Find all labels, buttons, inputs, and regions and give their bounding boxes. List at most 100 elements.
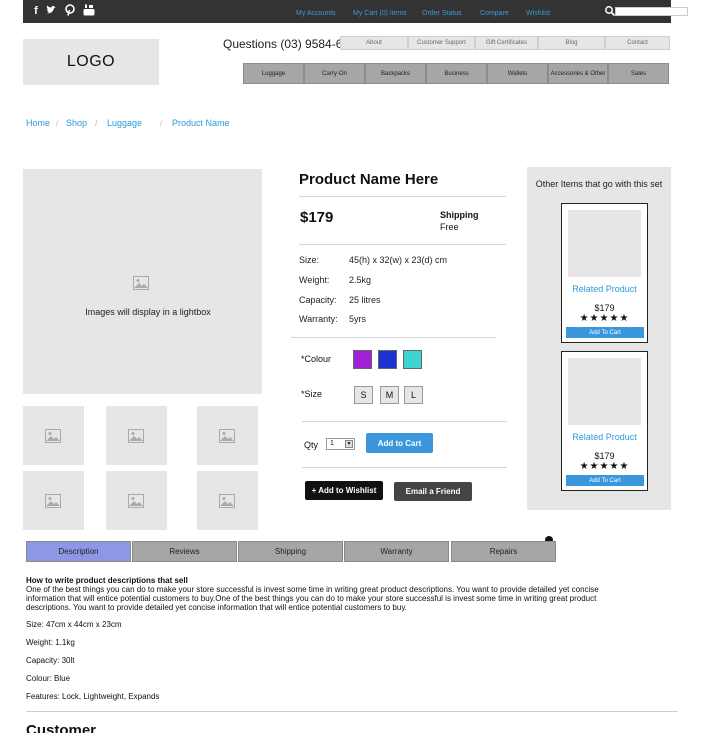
qty-value: 1: [330, 440, 334, 447]
breadcrumb-separator: /: [160, 118, 163, 128]
breadcrumb-luggage[interactable]: Luggage: [107, 118, 142, 128]
category-business[interactable]: Business: [426, 63, 487, 84]
product-title: Product Name Here: [299, 171, 439, 188]
order-status-link[interactable]: Order Status: [422, 10, 462, 17]
colour-swatch-blue[interactable]: [378, 350, 397, 369]
spec-value: 5yrs: [349, 314, 367, 324]
divider: [302, 467, 507, 468]
qty-label: Qty: [304, 440, 319, 450]
my-accounts-link[interactable]: My Accounts: [296, 10, 336, 17]
category-accessories[interactable]: Accessories & Other: [548, 63, 608, 84]
tab-reviews[interactable]: Reviews: [132, 541, 237, 562]
colour-label: *Colour: [301, 354, 332, 364]
size-option-l[interactable]: L: [404, 386, 423, 404]
spec-label: Warranty:: [299, 314, 338, 324]
related-product-image[interactable]: [568, 358, 641, 425]
size-option-s[interactable]: S: [354, 386, 373, 404]
category-backpacks[interactable]: Backpacks: [365, 63, 426, 84]
thumbnail[interactable]: [23, 406, 84, 465]
tab-description[interactable]: Description: [26, 541, 131, 562]
nav-blog[interactable]: Blog: [538, 36, 605, 50]
description-body: One of the best things you can do to mak…: [26, 585, 599, 612]
divider: [299, 196, 506, 197]
related-product-card[interactable]: Related Product $179 ★★★★★ Add To Cart: [561, 203, 648, 343]
product-price: $179: [300, 209, 334, 226]
spec-label: Weight:: [299, 275, 330, 285]
qty-select[interactable]: 1 ▼: [326, 438, 355, 450]
size-option-m[interactable]: M: [380, 386, 399, 404]
related-product-name[interactable]: Related Product: [562, 432, 647, 442]
breadcrumb-separator: /: [95, 118, 98, 128]
spec-value: 45(h) x 32(w) x 23(d) cm: [349, 255, 448, 265]
colour-swatch-purple[interactable]: [353, 350, 372, 369]
wishlist-link[interactable]: Wishlist: [526, 10, 550, 17]
email-friend-button[interactable]: Email a Friend: [394, 482, 472, 501]
divider: [291, 337, 496, 338]
image-placeholder-icon: [128, 494, 144, 508]
tab-warranty[interactable]: Warranty: [344, 541, 449, 562]
nav-customer-support[interactable]: Customer Support: [408, 36, 475, 50]
description-detail: Features: Lock, Lightweight, Expands: [26, 692, 160, 701]
my-cart-link[interactable]: My Cart (0) items: [353, 10, 407, 17]
breadcrumb-shop[interactable]: Shop: [66, 118, 87, 128]
description-detail: Capacity: 30lt: [26, 656, 75, 665]
thumbnail[interactable]: [23, 471, 84, 530]
spec-label: Capacity:: [299, 295, 337, 305]
related-add-to-cart-button[interactable]: Add To Cart: [566, 475, 644, 486]
pinterest-icon[interactable]: [63, 4, 77, 18]
category-luggage[interactable]: Luggage: [243, 63, 304, 84]
youtube-icon[interactable]: [82, 4, 96, 18]
related-product-image[interactable]: [568, 210, 641, 277]
thumbnail[interactable]: [197, 471, 258, 530]
related-add-to-cart-button[interactable]: Add To Cart: [566, 327, 644, 338]
rating-stars: ★★★★★: [579, 313, 630, 324]
category-carry-on[interactable]: Carry-On: [304, 63, 365, 84]
add-to-wishlist-button[interactable]: + Add to Wishlist: [305, 481, 383, 500]
nav-gift-certificates[interactable]: Gift Certificates: [475, 36, 538, 50]
divider: [26, 711, 678, 712]
image-placeholder-icon: [219, 494, 235, 508]
description-detail: Colour: Blue: [26, 674, 71, 683]
size-label: *Size: [301, 389, 323, 399]
nav-about[interactable]: About: [340, 36, 408, 50]
facebook-icon[interactable]: f: [29, 4, 43, 18]
related-product-card[interactable]: Related Product $179 ★★★★★ Add To Cart: [561, 351, 648, 491]
add-to-cart-button[interactable]: Add to Cart: [366, 433, 433, 453]
spec-value: 25 litres: [349, 295, 381, 305]
image-placeholder-icon: [128, 429, 144, 443]
image-placeholder-icon: [45, 429, 61, 443]
description-block: How to write product descriptions that s…: [26, 576, 616, 612]
compare-link[interactable]: Compare: [480, 10, 509, 17]
thumbnail[interactable]: [106, 471, 167, 530]
twitter-icon[interactable]: [44, 4, 58, 18]
breadcrumb-separator: /: [56, 118, 59, 128]
shipping-label: Shipping: [440, 210, 479, 220]
spec-value: 2.5kg: [349, 275, 372, 285]
image-placeholder-icon: [45, 494, 61, 508]
related-items-title: Other Items that go with this set: [535, 179, 663, 189]
rating-stars: ★★★★★: [579, 461, 630, 472]
divider: [299, 244, 506, 245]
divider: [302, 421, 507, 422]
image-placeholder-icon: [219, 429, 235, 443]
nav-contact[interactable]: Contact: [605, 36, 670, 50]
colour-swatch-cyan[interactable]: [403, 350, 422, 369]
top-bar: f My Accounts My Cart (0) items Order St…: [23, 0, 688, 23]
tab-repairs[interactable]: Repairs: [451, 541, 556, 562]
customer-heading: Customer: [26, 722, 97, 733]
chevron-down-icon: ▼: [345, 440, 353, 448]
related-product-name[interactable]: Related Product: [562, 284, 647, 294]
breadcrumb-home[interactable]: Home: [26, 118, 50, 128]
thumbnail[interactable]: [106, 406, 167, 465]
thumbnail[interactable]: [197, 406, 258, 465]
shipping-value: Free: [440, 222, 459, 232]
related-product-price: $179: [594, 303, 615, 313]
image-placeholder-icon: [133, 276, 149, 290]
spec-label: Size:: [299, 255, 320, 265]
logo[interactable]: LOGO: [23, 39, 159, 85]
search-input[interactable]: [615, 7, 688, 16]
breadcrumb-product: Product Name: [172, 118, 230, 128]
category-sales[interactable]: Sales: [608, 63, 669, 84]
tab-shipping[interactable]: Shipping: [238, 541, 343, 562]
category-wallets[interactable]: Wallets: [487, 63, 548, 84]
